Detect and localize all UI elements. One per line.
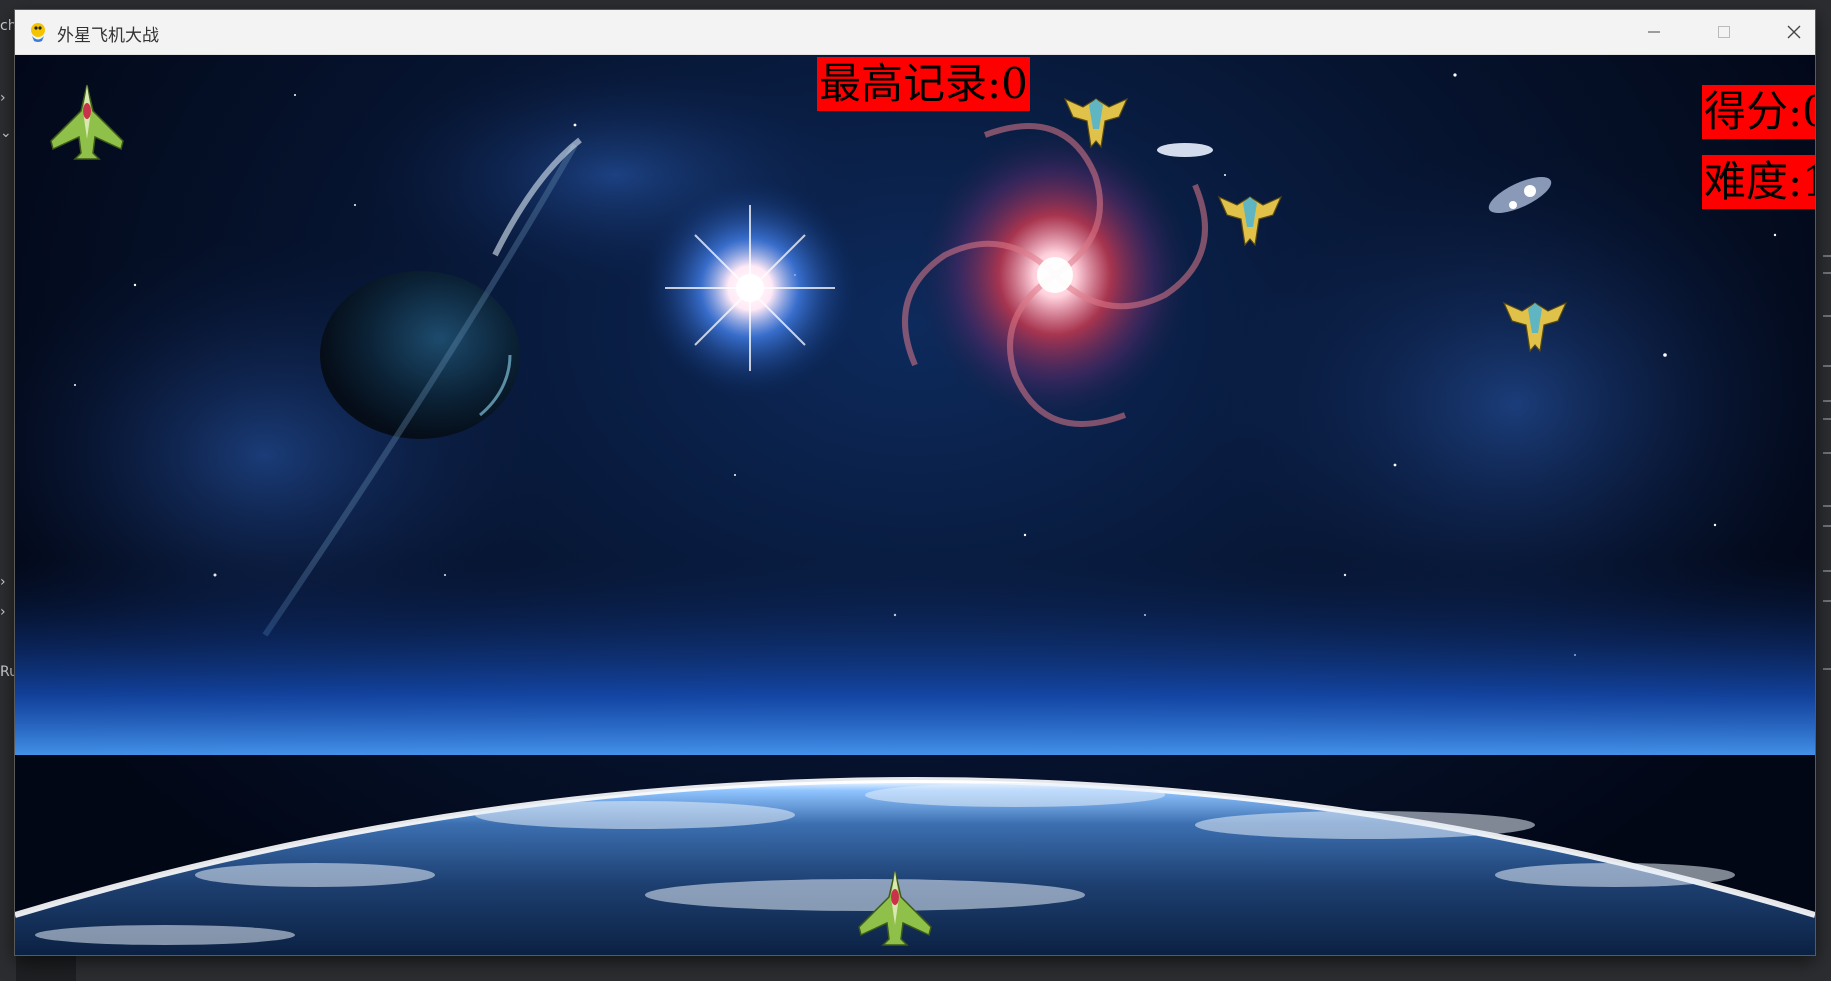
maximize-icon (1718, 26, 1730, 38)
pygame-snake-icon (31, 23, 45, 42)
space-background (15, 55, 1815, 955)
chevron-right-icon: › (0, 574, 6, 590)
close-button[interactable] (1761, 10, 1827, 54)
maximize-button[interactable] (1691, 10, 1757, 54)
chevron-down-icon: ⌄ (0, 125, 12, 141)
window-title: 外星飞机大战 (57, 26, 159, 46)
alien-ship (1502, 301, 1568, 353)
game-window: 外星飞机大战 最高记录:0 得分: 难度: (15, 10, 1815, 955)
close-icon (1787, 25, 1801, 39)
minimize-icon (1648, 31, 1660, 33)
title-bar[interactable]: 外星飞机大战 (15, 10, 1815, 55)
minimize-button[interactable] (1621, 10, 1687, 54)
life-ship-icon (50, 84, 124, 160)
alien-ship (1063, 97, 1129, 149)
chevron-right-icon: › (0, 604, 6, 620)
game-canvas[interactable]: 最高记录:0 得分:0 难度:1 (15, 55, 1815, 955)
alien-ship (1217, 195, 1283, 247)
high-score-label: 最高记录:0 (817, 57, 1030, 111)
ide-left-gutter: ch › ⌄ › › Ru (0, 0, 18, 981)
chevron-right-icon: › (0, 90, 6, 106)
ide-right-gutter (1815, 0, 1831, 981)
difficulty-label: 难度:1 (1702, 155, 1815, 209)
player-ship[interactable] (855, 867, 935, 947)
score-label: 得分:0 (1702, 85, 1815, 139)
ide-bottom-strip (0, 955, 1831, 981)
